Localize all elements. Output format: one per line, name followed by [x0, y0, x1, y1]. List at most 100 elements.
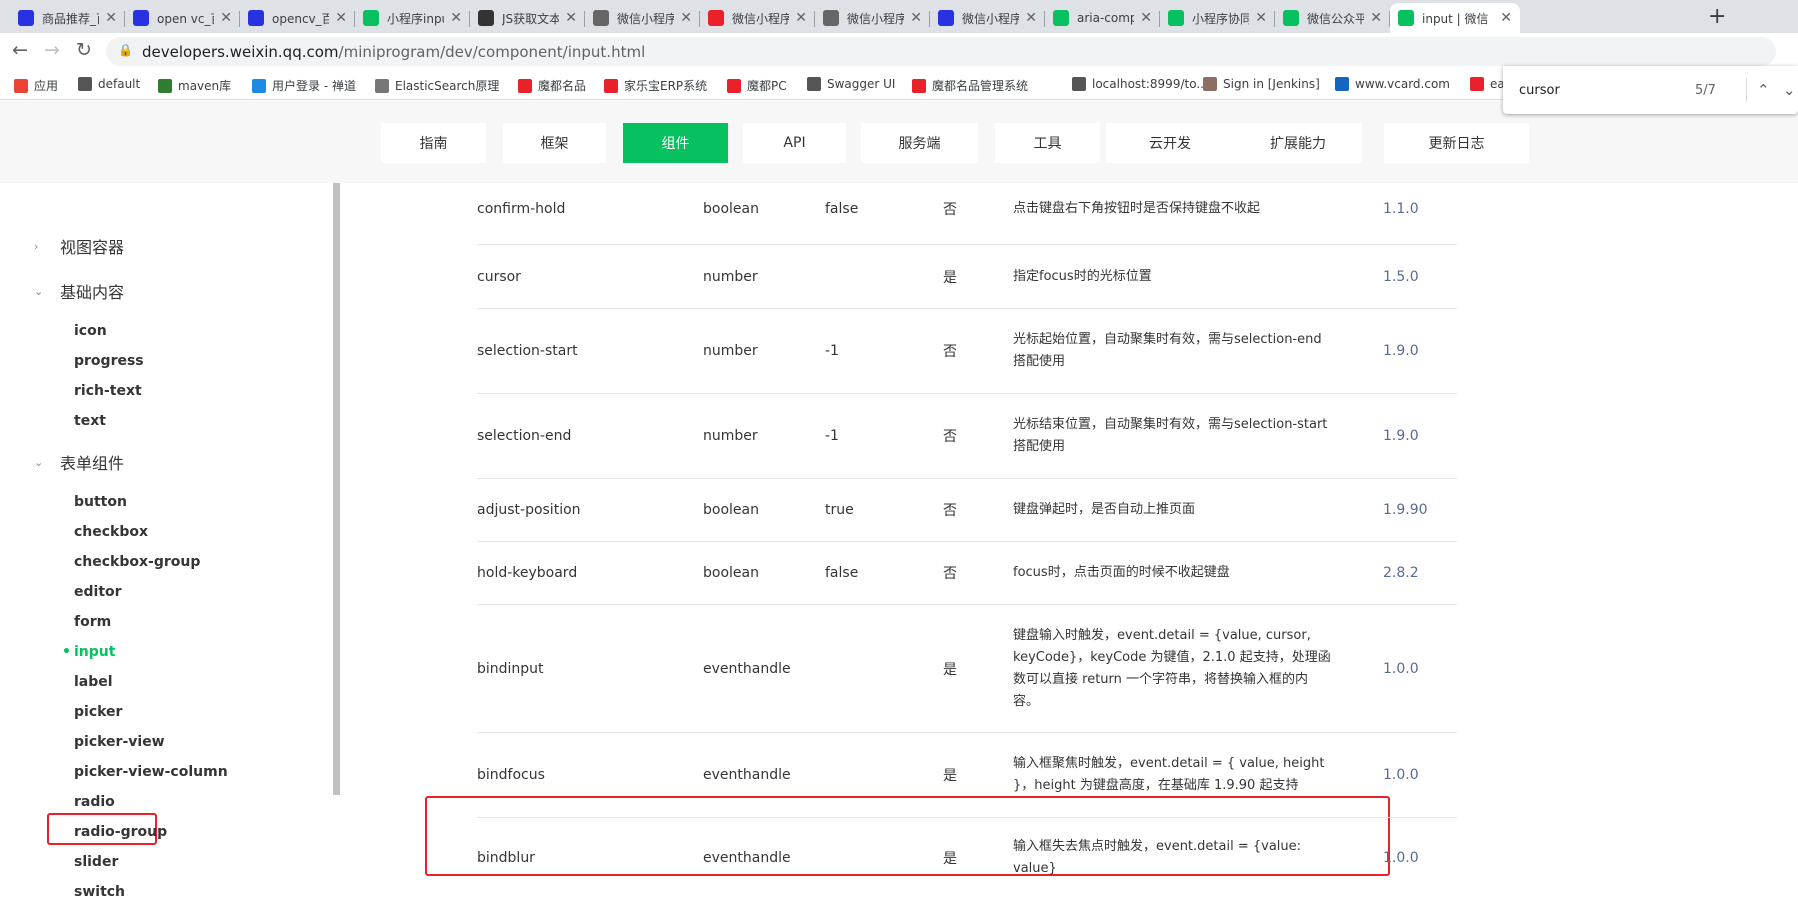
sidebar-item[interactable]: rich-text [74, 383, 142, 399]
sidebar-item[interactable]: button [74, 494, 127, 510]
site-nav-item[interactable]: 框架 [503, 123, 606, 163]
table-row: adjust-position boolean true 否 键盘弹起时，是否自动上推页… [477, 479, 1457, 542]
prop-version[interactable]: 1.0.0 [1383, 733, 1453, 817]
bookmark-item[interactable]: 家乐宝ERP系统 [604, 77, 707, 94]
chevron-down-icon[interactable]: ⌄ [1783, 81, 1796, 99]
close-icon[interactable]: ✕ [680, 10, 692, 26]
sidebar-item[interactable]: checkbox [74, 524, 148, 540]
browser-tab[interactable]: opencv_百 ✕ [240, 3, 355, 33]
bookmark-label: Sign in [Jenkins] [1223, 77, 1320, 91]
address-bar[interactable]: 🔒 developers.weixin.qq.com/miniprogram/d… [106, 37, 1776, 66]
chevron-up-icon[interactable]: ⌃ [1757, 81, 1770, 99]
bookmark-item[interactable]: 应用 [14, 77, 58, 94]
site-nav-item[interactable]: 更新日志 [1384, 123, 1529, 163]
sidebar-item[interactable]: radio [74, 794, 115, 810]
find-input[interactable]: cursor [1519, 83, 1560, 98]
new-tab-button[interactable]: + [1708, 4, 1726, 29]
bookmark-item[interactable]: www.vcard.com [1335, 77, 1450, 91]
browser-tab[interactable]: 微信小程序 ✕ [815, 3, 930, 33]
close-icon[interactable]: ✕ [1500, 10, 1512, 26]
sidebar-item[interactable]: checkbox-group [74, 554, 200, 570]
bookmark-item[interactable]: maven库 [158, 77, 231, 94]
bookmark-item[interactable]: 魔都名品管理系统 [912, 77, 1028, 94]
sidebar-item[interactable]: radio-group [74, 824, 167, 840]
bookmark-item[interactable]: 用户登录 - 禅道 [252, 77, 356, 94]
bookmark-label: www.vcard.com [1355, 77, 1450, 91]
bookmark-item[interactable]: ea [1470, 77, 1505, 91]
browser-tab[interactable]: 微信小程序 ✕ [585, 3, 700, 33]
sidebar-item[interactable]: progress [74, 353, 144, 369]
close-icon[interactable]: ✕ [105, 10, 117, 26]
sidebar-item[interactable]: slider [74, 854, 118, 870]
bookmark-item[interactable]: ElasticSearch原理 [375, 77, 499, 94]
browser-tab[interactable]: 微信小程序 ✕ [700, 3, 815, 33]
sidebar-item[interactable]: switch [74, 884, 125, 900]
browser-tab[interactable]: 小程序协同 ✕ [1160, 3, 1275, 33]
bookmark-item[interactable]: Swagger UI [807, 77, 895, 91]
sidebar-item[interactable]: label [74, 674, 113, 690]
chevron-right-icon: › [34, 239, 39, 253]
site-nav-item[interactable]: 扩展能力 [1234, 123, 1362, 163]
prop-version[interactable]: 1.1.0 [1383, 183, 1453, 244]
bookmark-item[interactable]: Sign in [Jenkins] [1203, 77, 1320, 91]
prop-version[interactable]: 1.0.0 [1383, 605, 1453, 732]
paw-icon [938, 10, 954, 26]
prop-version[interactable]: 1.5.0 [1383, 245, 1453, 308]
sidebar-item[interactable]: form [74, 614, 111, 630]
find-divider [1746, 78, 1747, 102]
prop-version[interactable]: 1.9.0 [1383, 394, 1453, 478]
forward-icon[interactable]: → [44, 39, 60, 61]
browser-tab[interactable]: JS获取文本 ✕ [470, 3, 585, 33]
site-nav-item[interactable]: API [743, 123, 846, 163]
browser-tab[interactable]: 小程序inpu ✕ [355, 3, 470, 33]
close-icon[interactable]: ✕ [565, 10, 577, 26]
bookmark-icon [727, 78, 741, 93]
browser-tab[interactable]: input | 微信 ✕ [1390, 3, 1520, 33]
close-icon[interactable]: ✕ [220, 10, 232, 26]
close-icon[interactable]: ✕ [335, 10, 347, 26]
sidebar-item[interactable]: text [74, 413, 106, 429]
site-nav-item[interactable]: 云开发 [1106, 123, 1234, 163]
reload-icon[interactable]: ↻ [76, 39, 92, 61]
close-icon[interactable]: ✕ [1140, 10, 1152, 26]
prop-version[interactable]: 1.0.0 [1383, 818, 1453, 885]
close-icon[interactable]: ✕ [1370, 10, 1382, 26]
site-nav-item[interactable]: 指南 [381, 123, 486, 163]
prop-version[interactable]: 1.9.0 [1383, 309, 1453, 393]
bookmark-label: 魔都名品管理系统 [932, 79, 1029, 93]
sidebar-item[interactable]: picker-view-column [74, 764, 228, 780]
site-nav-item[interactable]: 组件 [623, 123, 728, 163]
back-icon[interactable]: ← [12, 39, 28, 61]
tab-title: 小程序协同 [1192, 11, 1250, 26]
close-icon[interactable]: ✕ [795, 10, 807, 26]
prop-default [825, 245, 935, 308]
close-icon[interactable]: ✕ [910, 10, 922, 26]
bookmark-item[interactable]: 魔都PC [727, 77, 787, 94]
tab-title: 商品推荐_百 [42, 11, 99, 26]
sidebar-item[interactable]: picker-view [74, 734, 165, 750]
close-icon[interactable]: ✕ [1255, 10, 1267, 26]
bookmark-item[interactable]: 魔都名品 [518, 77, 586, 94]
site-nav-item[interactable]: 服务端 [861, 123, 978, 163]
sidebar-group[interactable]: ⌄ 表单组件 [34, 450, 124, 474]
site-nav-item[interactable]: 工具 [995, 123, 1100, 163]
close-icon[interactable]: ✕ [1025, 10, 1037, 26]
browser-tab[interactable]: open vc_百 ✕ [125, 3, 240, 33]
bookmark-item[interactable]: localhost:8999/to... [1072, 77, 1208, 91]
browser-tab[interactable]: aria-compo ✕ [1045, 3, 1160, 33]
sidebar-item[interactable]: • input [62, 644, 115, 660]
sidebar-item[interactable]: icon [74, 323, 107, 339]
sidebar-item[interactable]: editor [74, 584, 122, 600]
sidebar-group[interactable]: ⌄ 基础内容 [34, 279, 124, 303]
browser-tab[interactable]: 微信公众平 ✕ [1275, 3, 1390, 33]
sidebar-item[interactable]: picker [74, 704, 122, 720]
bookmark-item[interactable]: default [78, 77, 140, 91]
prop-version[interactable]: 1.9.90 [1383, 479, 1453, 541]
sidebar-group[interactable]: › 视图容器 [34, 234, 124, 258]
browser-tab[interactable]: 商品推荐_百 ✕ [10, 3, 125, 33]
tab-title: 微信小程序 [962, 11, 1020, 26]
browser-tab[interactable]: 微信小程序 ✕ [930, 3, 1045, 33]
close-icon[interactable]: ✕ [450, 10, 462, 26]
find-bar: cursor 5/7 ⌃ ⌄ [1503, 66, 1798, 114]
prop-version[interactable]: 2.8.2 [1383, 542, 1453, 604]
